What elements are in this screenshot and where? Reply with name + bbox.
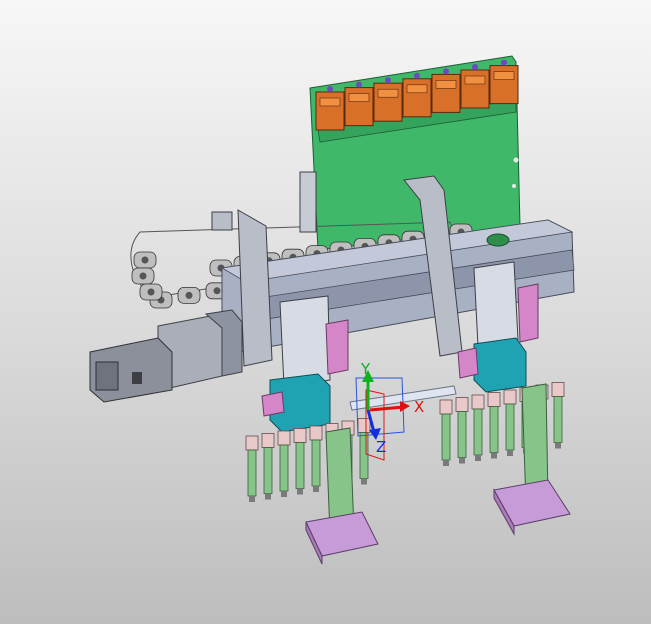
suction-nozzle [261,433,275,500]
relay [373,77,403,122]
relay [402,72,432,118]
chain-link [139,283,163,301]
suction-nozzle [357,418,371,485]
suction-nozzle [455,397,469,464]
relay [460,64,490,109]
suction-nozzle [439,399,453,466]
relay [431,68,461,113]
suction-nozzle [471,394,485,461]
relay [489,59,519,105]
coordinate-triad: X Y Z [355,360,424,461]
suction-nozzle [309,425,323,492]
3d-viewport[interactable]: X Y Z [0,0,651,624]
suction-nozzle [487,392,501,459]
x-axis-label: X [414,398,424,416]
suction-nozzle [245,435,259,502]
chain-link [131,267,155,285]
servo-motor [89,309,243,403]
suction-nozzle [503,389,517,456]
relay [315,86,345,131]
suction-nozzle [551,382,565,449]
relay [344,81,374,127]
suction-nozzle [277,430,291,497]
y-axis-label: Y [360,360,371,378]
chain-link [133,251,157,269]
suction-nozzle [293,428,307,495]
z-axis-label: Z [376,438,386,456]
cad-model-canvas[interactable]: X Y Z [0,0,651,624]
chain-link [177,286,201,304]
x-axis-arrow [369,405,405,412]
